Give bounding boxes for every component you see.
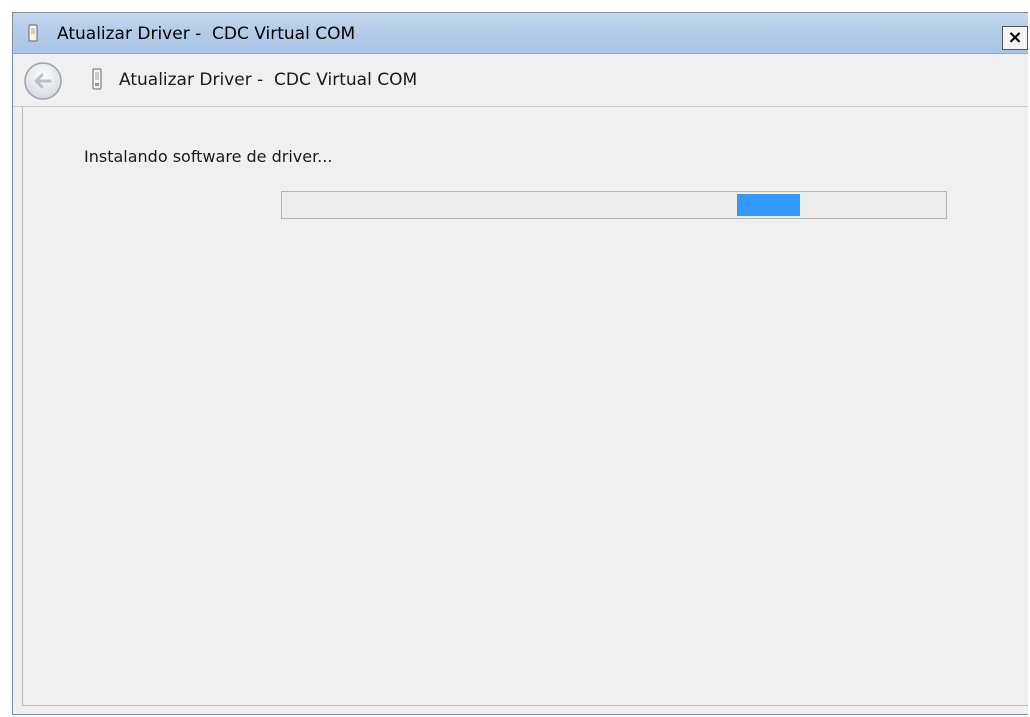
content-area: Instalando software de driver... [22, 107, 1028, 706]
progress-bar [281, 191, 947, 219]
device-icon [92, 68, 102, 90]
driver-update-window: Atualizar Driver - CDC Virtual COM × Atu… [12, 12, 1028, 715]
close-icon: × [1007, 27, 1023, 48]
close-button[interactable]: × [1002, 26, 1028, 50]
device-icon [28, 24, 38, 42]
nav-title: Atualizar Driver - CDC Virtual COM [119, 70, 418, 90]
back-arrow-icon[interactable] [23, 61, 63, 101]
navigation-bar: Atualizar Driver - CDC Virtual COM [13, 54, 1028, 107]
progress-fill [737, 194, 800, 216]
title-bar[interactable]: Atualizar Driver - CDC Virtual COM × [13, 13, 1028, 54]
status-text: Instalando software de driver... [84, 147, 333, 166]
window-title: Atualizar Driver - CDC Virtual COM [57, 24, 356, 44]
